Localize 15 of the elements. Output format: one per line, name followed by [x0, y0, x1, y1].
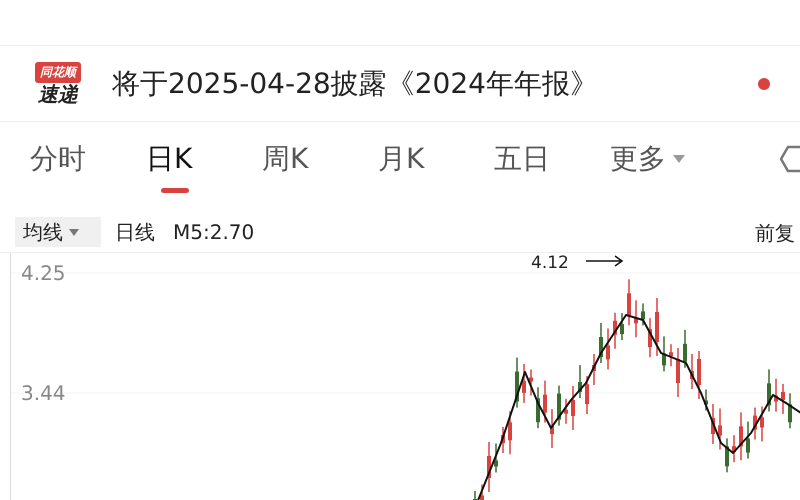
period-label: 日线	[115, 218, 155, 246]
ma-reading: M5:2.70	[173, 220, 254, 244]
axis-label: 4.25	[21, 261, 66, 285]
axis-label: 3.44	[21, 381, 66, 405]
app-logo: 同花顺 速递	[28, 62, 88, 105]
indicator-dropdown[interactable]: 均线	[15, 217, 101, 247]
period-tab[interactable]: 月K	[378, 138, 494, 196]
period-tab[interactable]: 更多	[610, 138, 726, 196]
adjust-option[interactable]: 前复	[755, 220, 795, 247]
period-tab[interactable]: 周K	[262, 138, 378, 196]
period-tab[interactable]: 日K	[146, 138, 262, 196]
peak-label: 4.12	[531, 253, 569, 273]
period-tab[interactable]: 分时	[30, 138, 146, 196]
notice-text[interactable]: 将于2025-04-28披露《2024年年报》	[112, 64, 758, 102]
period-tab[interactable]: 五日	[494, 138, 610, 196]
